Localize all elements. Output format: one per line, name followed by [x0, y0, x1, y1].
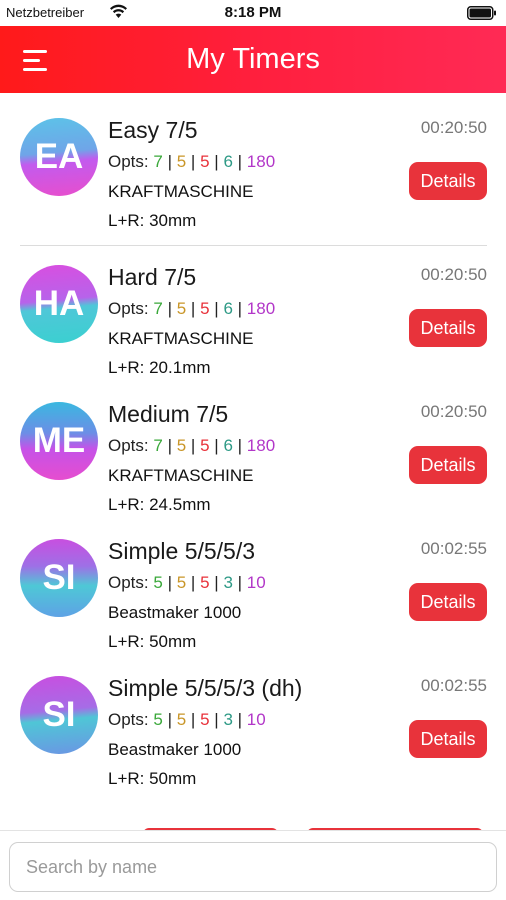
- details-button[interactable]: Details: [409, 446, 487, 484]
- timer-options: Opts: 5 | 5 | 5 | 3 | 10: [108, 573, 266, 593]
- timer-duration: 00:20:50: [420, 265, 487, 284]
- opt-value: 180: [246, 152, 276, 171]
- avatar: ME: [20, 402, 98, 480]
- timer-edge: L+R: 30mm: [108, 211, 197, 230]
- opt-separator: |: [167, 710, 172, 729]
- app-bar: My Timers: [0, 26, 506, 93]
- opt-value: 5: [200, 436, 210, 455]
- opt-separator: |: [167, 299, 172, 318]
- opt-separator: |: [190, 710, 196, 729]
- avatar: SI: [20, 539, 98, 617]
- timer-equipment: KRAFTMASCHINE: [108, 329, 254, 348]
- opt-value: 7: [153, 436, 163, 455]
- opt-value: 6: [223, 299, 233, 318]
- timer-options: Opts: 7 | 5 | 5 | 6 | 180: [108, 152, 275, 172]
- search-bar: [0, 830, 506, 900]
- timer-equipment: KRAFTMASCHINE: [108, 466, 254, 485]
- opt-separator: |: [237, 299, 243, 318]
- avatar: EA: [20, 118, 98, 196]
- opts-label: Opts:: [108, 299, 149, 318]
- opt-value: 3: [223, 710, 233, 729]
- timer-name: Simple 5/5/5/3 (dh): [108, 675, 303, 701]
- battery-icon: [467, 6, 496, 20]
- opts-label: Opts:: [108, 436, 149, 455]
- clock-label: 8:18 PM: [224, 4, 282, 21]
- opt-value: 10: [246, 710, 266, 729]
- opt-value: 5: [153, 710, 163, 729]
- opt-separator: |: [190, 573, 196, 592]
- opt-value: 5: [200, 152, 210, 171]
- avatar: SI: [20, 676, 98, 754]
- opt-separator: |: [237, 436, 243, 455]
- timer-options: Opts: 5 | 5 | 5 | 3 | 10: [108, 710, 266, 730]
- opt-value: 10: [246, 573, 266, 592]
- opt-value: 5: [176, 299, 187, 318]
- opt-value: 6: [223, 436, 233, 455]
- opt-value: 180: [246, 299, 276, 318]
- details-button[interactable]: Details: [409, 162, 487, 200]
- timer-name: Medium 7/5: [108, 401, 229, 427]
- timer-name: Hard 7/5: [108, 264, 197, 290]
- opts-label: Opts:: [108, 152, 149, 171]
- timer-row[interactable]: SI Simple 5/5/5/3 00:02:55 Opts: 5 | 5 |…: [0, 514, 506, 651]
- timer-options: Opts: 7 | 5 | 5 | 6 | 180: [108, 299, 275, 319]
- opt-value: 5: [176, 152, 187, 171]
- opt-value: 5: [200, 573, 210, 592]
- opt-separator: |: [167, 573, 172, 592]
- opt-value: 180: [246, 436, 276, 455]
- timer-duration: 00:02:55: [420, 539, 487, 558]
- timer-row[interactable]: SI Simple 5/5/5/3 (dh) 00:02:55 Opts: 5 …: [0, 651, 506, 788]
- opt-separator: |: [190, 299, 196, 318]
- timer-name: Simple 5/5/5/3: [108, 538, 256, 564]
- opt-value: 7: [153, 152, 163, 171]
- timer-duration: 00:20:50: [420, 118, 487, 137]
- timer-duration: 00:02:55: [420, 676, 487, 695]
- timer-edge: L+R: 20.1mm: [108, 358, 211, 377]
- opt-separator: |: [237, 152, 243, 171]
- timer-row[interactable]: HA Hard 7/5 00:20:50 Opts: 7 | 5 | 5 | 6…: [0, 240, 506, 377]
- timer-row[interactable]: EA Easy 7/5 00:20:50 Opts: 7 | 5 | 5 | 6…: [0, 93, 506, 230]
- opt-separator: |: [214, 573, 219, 592]
- opt-value: 5: [200, 710, 210, 729]
- opt-separator: |: [167, 436, 172, 455]
- status-bar: Netzbetreiber 8:18 PM: [0, 0, 506, 26]
- details-button[interactable]: Details: [409, 720, 487, 758]
- opts-label: Opts:: [108, 573, 149, 592]
- search-input[interactable]: [9, 842, 497, 892]
- opt-value: 5: [176, 710, 187, 729]
- opt-separator: |: [237, 573, 243, 592]
- timer-equipment: Beastmaker 1000: [108, 603, 242, 622]
- opt-value: 3: [223, 573, 233, 592]
- opt-value: 7: [153, 299, 163, 318]
- opt-value: 5: [176, 436, 187, 455]
- opt-value: 5: [153, 573, 163, 592]
- opt-separator: |: [237, 710, 243, 729]
- timer-duration: 00:20:50: [420, 402, 487, 421]
- timer-equipment: KRAFTMASCHINE: [108, 182, 254, 201]
- opt-separator: |: [214, 152, 219, 171]
- page-title: My Timers: [186, 43, 320, 75]
- details-button[interactable]: Details: [409, 309, 487, 347]
- timer-equipment: Beastmaker 1000: [108, 740, 242, 759]
- opt-separator: |: [214, 710, 219, 729]
- opt-value: 5: [176, 573, 187, 592]
- opt-separator: |: [214, 299, 219, 318]
- opts-label: Opts:: [108, 710, 149, 729]
- timer-edge: L+R: 24.5mm: [108, 495, 211, 514]
- details-button[interactable]: Details: [409, 583, 487, 621]
- avatar: HA: [20, 265, 98, 343]
- opt-separator: |: [190, 436, 196, 455]
- timer-edge: L+R: 50mm: [108, 632, 197, 651]
- opt-separator: |: [214, 436, 219, 455]
- timer-row[interactable]: ME Medium 7/5 00:20:50 Opts: 7 | 5 | 5 |…: [0, 377, 506, 514]
- opt-separator: |: [190, 152, 196, 171]
- opt-value: 5: [200, 299, 210, 318]
- timer-edge: L+R: 50mm: [108, 769, 197, 788]
- timer-name: Easy 7/5: [108, 117, 198, 143]
- opt-separator: |: [167, 152, 172, 171]
- opt-value: 6: [223, 152, 233, 171]
- timer-options: Opts: 7 | 5 | 5 | 6 | 180: [108, 436, 275, 456]
- timer-list[interactable]: EA Easy 7/5 00:20:50 Opts: 7 | 5 | 5 | 6…: [0, 93, 506, 828]
